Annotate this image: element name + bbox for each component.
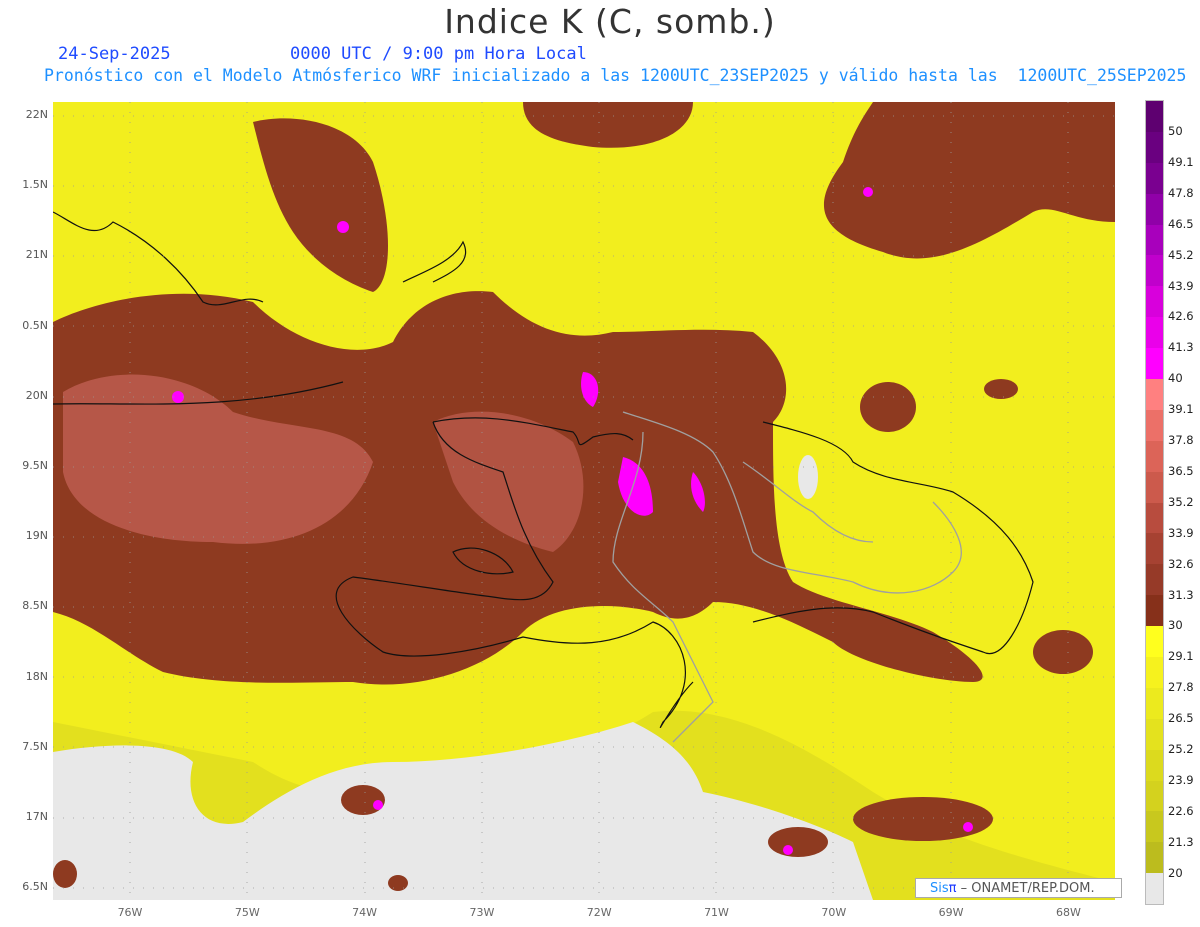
lon-label: 76W — [117, 906, 143, 919]
colorbar-label: 39.1 — [1168, 402, 1194, 417]
colorbar — [1145, 100, 1164, 906]
colorbar-label: 36.5 — [1168, 463, 1194, 478]
colorbar-bin — [1146, 780, 1163, 812]
credit-box: Sisπ – ONAMET/REP.DOM. — [915, 878, 1122, 898]
colorbar-bin — [1146, 842, 1163, 874]
colorbar-bin — [1146, 379, 1163, 410]
colorbar-bin — [1146, 687, 1163, 719]
forecast-time: 0000 UTC / 9:00 pm Hora Local — [290, 44, 587, 64]
colorbar-label: 43.9 — [1168, 278, 1194, 293]
lat-label: 9.5N — [22, 459, 48, 472]
colorbar-bin — [1146, 409, 1163, 441]
lat-label: 22N — [25, 108, 48, 121]
colorbar-label: 29.1 — [1168, 649, 1194, 664]
forecast-date: 24-Sep-2025 — [58, 44, 171, 64]
lon-label: 75W — [234, 906, 260, 919]
credit-text: – ONAMET/REP.DOM. — [956, 881, 1095, 896]
colorbar-bin — [1146, 255, 1163, 287]
colorbar-label: 45.2 — [1168, 247, 1194, 262]
colorbar-label: 20 — [1168, 865, 1183, 880]
colorbar-bin — [1146, 348, 1163, 380]
colorbar-label: 26.5 — [1168, 711, 1194, 726]
colorbar-bin — [1146, 564, 1163, 596]
colorbar-bin — [1146, 626, 1163, 658]
colorbar-bin — [1146, 657, 1163, 688]
colorbar-bin — [1146, 224, 1163, 256]
colorbar-bin — [1146, 533, 1163, 565]
colorbar-label: 35.2 — [1168, 494, 1194, 509]
lon-label: 71W — [704, 906, 729, 919]
colorbar-label: 30 — [1168, 618, 1183, 633]
colorbar-label: 32.6 — [1168, 556, 1194, 571]
lon-label: 68W — [1055, 906, 1081, 919]
lat-label: 8.5N — [22, 599, 48, 613]
colorbar-label: 41.3 — [1168, 340, 1194, 355]
colorbar-label: 22.6 — [1168, 803, 1194, 818]
lon-label: 70W — [821, 906, 847, 919]
brand-sis: Sis — [930, 881, 949, 896]
lon-label: 74W — [352, 906, 378, 919]
k-index-map — [53, 102, 1115, 900]
colorbar-label: 33.9 — [1168, 525, 1194, 540]
colorbar-label: 49.1 — [1168, 154, 1194, 169]
colorbar-label: 46.5 — [1168, 216, 1194, 231]
colorbar-bin — [1146, 718, 1163, 750]
colorbar-label: 25.2 — [1168, 742, 1194, 756]
colorbar-bin — [1146, 162, 1163, 194]
colorbar-bin — [1146, 317, 1163, 349]
lon-label: 69W — [938, 906, 964, 919]
colorbar-label: 27.8 — [1168, 680, 1194, 695]
lon-label: 73W — [469, 906, 495, 919]
colorbar-bin — [1146, 749, 1163, 781]
lat-label: 17N — [25, 810, 48, 823]
colorbar-label: 23.9 — [1168, 772, 1194, 787]
colorbar-bin — [1146, 811, 1163, 843]
colorbar-label: 21.3 — [1168, 834, 1194, 849]
colorbar-bin — [1146, 440, 1163, 472]
colorbar-bin — [1146, 502, 1163, 534]
lat-label: 19N — [25, 529, 48, 543]
map-title: Indice K (C, somb.) — [444, 2, 776, 41]
lat-label: 20N — [25, 388, 48, 402]
colorbar-bin — [1146, 101, 1163, 132]
colorbar-bin — [1146, 873, 1163, 905]
lat-label: 21N — [25, 248, 48, 262]
colorbar-bin — [1146, 471, 1163, 503]
lat-label: 7.5N — [22, 739, 48, 753]
colorbar-label: 42.6 — [1168, 309, 1194, 324]
colorbar-bin — [1146, 286, 1163, 318]
colorbar-bin — [1146, 131, 1163, 163]
colorbar-label: 47.8 — [1168, 185, 1194, 200]
model-info: Pronóstico con el Modelo Atmósferico WRF… — [44, 66, 1187, 85]
colorbar-label: 40 — [1168, 371, 1183, 386]
colorbar-bin — [1146, 193, 1163, 225]
colorbar-label: 37.8 — [1168, 433, 1194, 447]
colorbar-label: 31.3 — [1168, 587, 1194, 602]
lat-label: 6.5N — [22, 880, 48, 894]
lat-label: 18N — [25, 669, 48, 683]
colorbar-label: 50 — [1168, 124, 1183, 138]
lat-label: 1.5N — [22, 178, 48, 192]
colorbar-bin — [1146, 595, 1163, 627]
lat-label: 0.5N — [22, 318, 48, 332]
lon-label: 72W — [586, 906, 612, 919]
